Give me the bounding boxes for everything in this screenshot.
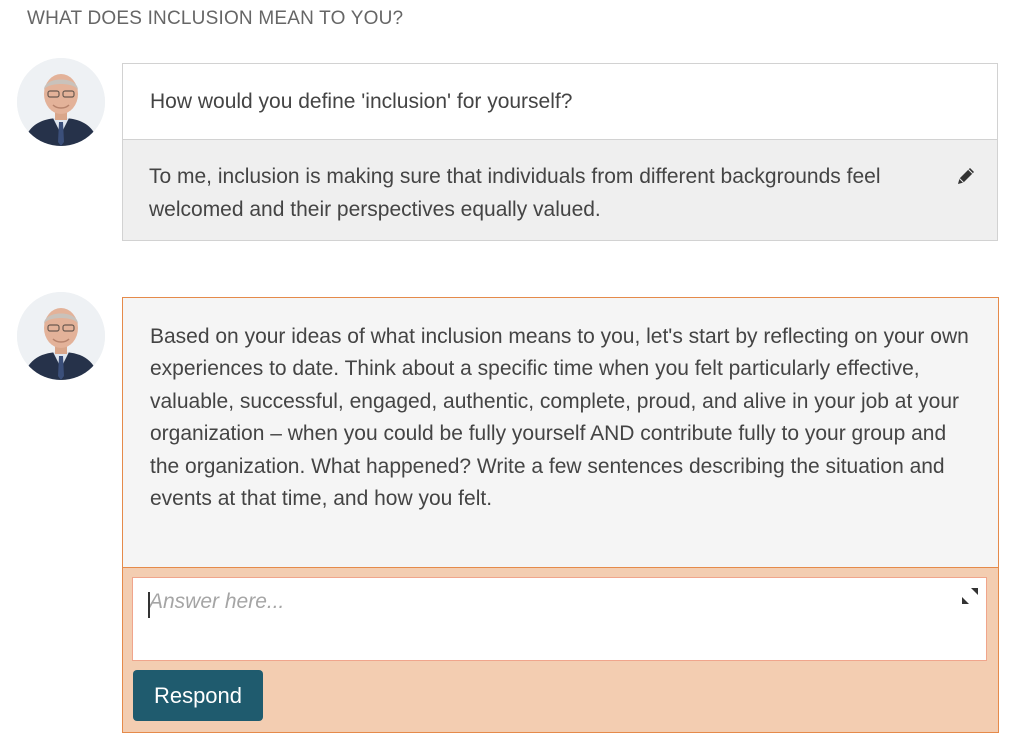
person-portrait-icon [17, 58, 105, 146]
answer-input[interactable] [133, 578, 986, 660]
submitted-answer-text: To me, inclusion is making sure that ind… [149, 165, 881, 221]
submitted-answer: To me, inclusion is making sure that ind… [123, 140, 997, 240]
response-area: Respond [123, 568, 998, 732]
coach-avatar [17, 292, 105, 380]
reflection-prompt: Based on your ideas of what inclusion me… [123, 298, 998, 568]
respond-button[interactable]: Respond [133, 670, 263, 721]
coach-avatar [17, 58, 105, 146]
answer-field-container [132, 577, 987, 661]
expand-icon[interactable] [962, 588, 978, 604]
reflection-card: Based on your ideas of what inclusion me… [122, 297, 999, 733]
page: WHAT DOES INCLUSION MEAN TO YOU? How wou… [0, 0, 1024, 754]
person-portrait-icon [17, 292, 105, 380]
pencil-icon[interactable] [955, 164, 977, 186]
question-text: How would you define 'inclusion' for you… [123, 64, 997, 140]
question-card: How would you define 'inclusion' for you… [122, 63, 998, 241]
text-cursor [148, 592, 150, 618]
section-title: WHAT DOES INCLUSION MEAN TO YOU? [27, 8, 404, 29]
